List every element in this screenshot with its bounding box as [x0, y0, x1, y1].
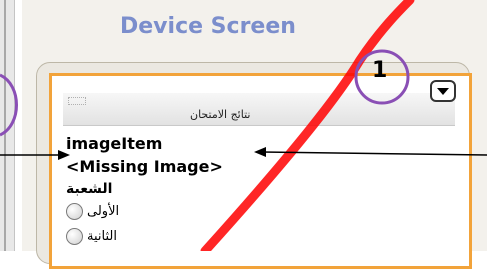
watermark-stroke: [200, 0, 415, 251]
left-arrowhead-icon: [58, 150, 70, 160]
right-arrowhead-icon: [254, 147, 266, 157]
annotation-overlay: [0, 0, 487, 251]
ui-root: Device Screen نتائج الامتحان imageItem <…: [0, 0, 487, 269]
purple-circle-annotation: [354, 49, 410, 105]
purple-arc-annotation: [0, 73, 18, 137]
